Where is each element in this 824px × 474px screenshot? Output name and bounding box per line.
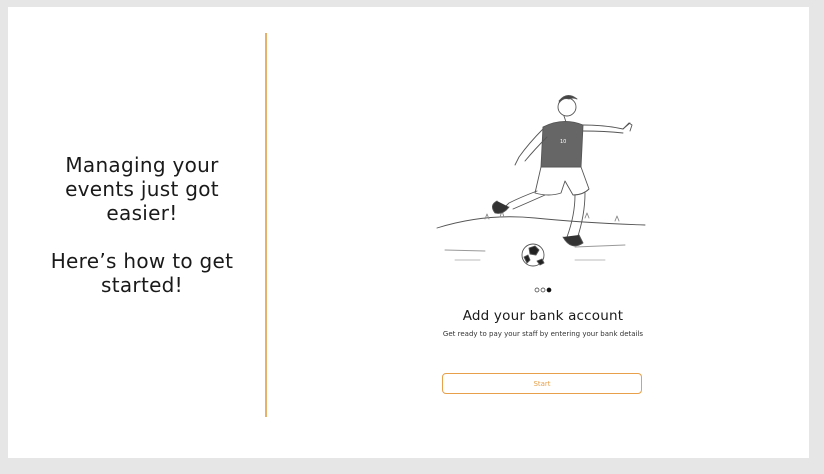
start-button[interactable]: Start [442, 373, 642, 394]
svg-text:10: 10 [560, 139, 566, 145]
vertical-divider [265, 33, 267, 417]
intro-text: Managing your events just got easier! He… [36, 153, 248, 297]
step-description: Get ready to pay your staff by entering … [442, 330, 644, 338]
step-title: Add your bank account [462, 308, 624, 324]
intro-line: easier! [106, 201, 178, 225]
soccer-player-illustration: 10 [436, 95, 646, 267]
intro-line: Managing your [65, 153, 219, 177]
intro-line: Here’s how to get [50, 249, 234, 273]
step-dot-3-active[interactable] [546, 287, 552, 293]
intro-line: events just got [65, 177, 219, 201]
step-dot-2[interactable] [540, 287, 546, 293]
intro-line: started! [101, 273, 183, 297]
step-dot-1[interactable] [534, 287, 540, 293]
step-indicator [534, 287, 552, 293]
